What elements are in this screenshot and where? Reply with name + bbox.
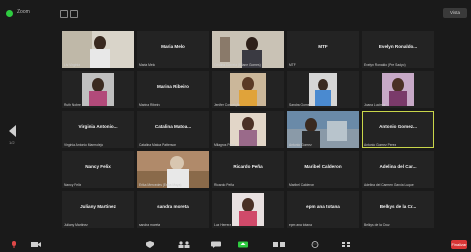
- participant-label: Milagros Pena: [214, 143, 236, 147]
- participant-name: Catalina Matoa...: [154, 124, 192, 129]
- participant-name: Maria Melo: [161, 44, 185, 49]
- participant-label: Nancy Felix: [64, 183, 82, 187]
- participant-tile[interactable]: Erika Mercedes (Erika Maya): [137, 151, 209, 188]
- participant-name: Antonio Gomez...: [379, 124, 417, 129]
- participant-tile[interactable]: Adelina del Car... Adelina del Carmen Ga…: [362, 151, 434, 188]
- participant-tile[interactable]: Marina Ribeiro Marina Ribeiro: [137, 71, 209, 108]
- participant-tile[interactable]: Juliany Martinez Juliany Martinez: [62, 191, 134, 228]
- participant-label: Virginia Antonio Marmolejo: [64, 143, 104, 147]
- participant-name: Virginia Antonio...: [78, 124, 118, 129]
- participant-tile[interactable]: Nancy Felix Nancy Felix: [62, 151, 134, 188]
- participant-name: Marina Ribeiro: [157, 84, 189, 89]
- participant-label: Ruth Nobre: [64, 103, 81, 107]
- participant-tile[interactable]: epm ana totana epm ana totana: [287, 191, 359, 228]
- participant-tile[interactable]: sandra moreta sandra moreta: [137, 191, 209, 228]
- reactions-icon[interactable]: [310, 241, 320, 248]
- share-screen-icon[interactable]: [237, 241, 249, 248]
- participant-grid: Liv Virginia Maria Melo Maria Melo Crist…: [62, 31, 434, 236]
- participant-tile[interactable]: Sandra Gomes: [287, 71, 359, 108]
- participant-tile[interactable]: Joana Lucimar: [362, 71, 434, 108]
- participant-tile[interactable]: Cristina Correia (Eliane Gomes): [212, 31, 284, 68]
- participant-name: sandra moreta: [157, 204, 189, 209]
- participant-label: Adelina del Carmen Garcia Luque: [364, 183, 414, 187]
- participant-name: Ricardo Peña: [233, 164, 263, 169]
- top-bar: Zoom Vista: [0, 0, 471, 30]
- participant-label: Erika Mercedes (Erika Maya): [139, 183, 182, 187]
- participant-label: Sandra Gomes: [289, 103, 312, 107]
- participant-tile[interactable]: Maribel Calderon Maribel Calderon: [287, 151, 359, 188]
- participant-name: Adelina del Car...: [379, 164, 417, 169]
- participant-label: Joana Lucimar: [364, 103, 386, 107]
- apps-icon[interactable]: [340, 241, 352, 248]
- participant-tile[interactable]: Belkys de la Cr... Belkys de la Cruz: [362, 191, 434, 228]
- page-indicator: 1/2: [9, 140, 15, 145]
- participant-tile[interactable]: Catalina Matoa... Catalina Matoa Patters…: [137, 111, 209, 148]
- participant-tile[interactable]: Virginia Antonio... Virginia Antonio Mar…: [62, 111, 134, 148]
- participant-name: Evelyn Ronaldo...: [378, 44, 418, 49]
- previous-page-arrow-icon[interactable]: [9, 125, 16, 137]
- participant-label: Liv Virginia: [64, 63, 81, 67]
- participant-tile[interactable]: MTF MTF: [287, 31, 359, 68]
- participant-tile[interactable]: Evelyn Ronaldo... Evelyn Ronaldo (Pre Sa…: [362, 31, 434, 68]
- participant-tile[interactable]: Jenifer Conceição: [212, 71, 284, 108]
- participant-name: Belkys de la Cr...: [379, 204, 417, 209]
- participant-label: Catalina Matoa Patterson: [139, 143, 177, 147]
- window-title: Zoom: [17, 9, 30, 15]
- participant-label: epm ana totana: [289, 223, 312, 227]
- active-speaker-tile[interactable]: Antonio Gomez... Antonio Gomez Perez: [362, 111, 434, 148]
- participant-label: Antonio Gomez Perez: [364, 143, 397, 147]
- participant-tile[interactable]: Ricardo Peña Ricardo Peña: [212, 151, 284, 188]
- grid-icon[interactable]: [60, 10, 68, 18]
- participant-name: Nancy Felix: [85, 164, 111, 169]
- participant-name: Maribel Calderon: [304, 164, 342, 169]
- meeting-controls-bar: Finalizar: [0, 238, 471, 252]
- participant-tile[interactable]: Antonio Gomez: [287, 111, 359, 148]
- video-camera-icon[interactable]: [30, 241, 42, 248]
- participant-label: Jenifer Conceição: [214, 103, 241, 107]
- microphone-icon[interactable]: [8, 241, 20, 248]
- participant-label: Juliany Martinez: [64, 223, 88, 227]
- participants-icon[interactable]: [177, 241, 191, 248]
- security-shield-icon[interactable]: [6, 10, 13, 17]
- participant-tile[interactable]: Ruth Nobre: [62, 71, 134, 108]
- participant-label: Evelyn Ronaldo (Pre Sadyo): [364, 63, 406, 67]
- participant-name: MTF: [318, 44, 328, 49]
- participant-label: Ricardo Peña: [214, 183, 234, 187]
- participant-label: Cristina Correia (Eliane Gomes): [214, 63, 261, 67]
- participant-name: epm ana totana: [306, 204, 340, 209]
- participant-label: Belkys de la Cruz: [364, 223, 390, 227]
- participant-label: Maria Melo: [139, 63, 156, 67]
- participant-tile[interactable]: Liv Virginia: [62, 31, 134, 68]
- participant-label: Antonio Gomez: [289, 143, 312, 147]
- participant-label: Luz Herrera: [214, 223, 232, 227]
- info-icon[interactable]: [70, 10, 78, 18]
- participant-tile[interactable]: Milagros Pena: [212, 111, 284, 148]
- participant-label: MTF: [289, 63, 296, 67]
- view-button[interactable]: Vista: [443, 8, 467, 18]
- end-meeting-button[interactable]: Finalizar: [451, 240, 467, 249]
- participant-tile[interactable]: Luz Herrera: [212, 191, 284, 228]
- chat-icon[interactable]: [210, 241, 222, 248]
- record-icon[interactable]: [272, 241, 286, 248]
- participant-label: Maribel Calderon: [289, 183, 315, 187]
- participant-label: Marina Ribeiro: [139, 103, 161, 107]
- participant-name: Juliany Martinez: [80, 204, 116, 209]
- participant-tile[interactable]: Maria Melo Maria Melo: [137, 31, 209, 68]
- participant-label: sandra moreta: [139, 223, 161, 227]
- shield-icon[interactable]: [145, 241, 155, 248]
